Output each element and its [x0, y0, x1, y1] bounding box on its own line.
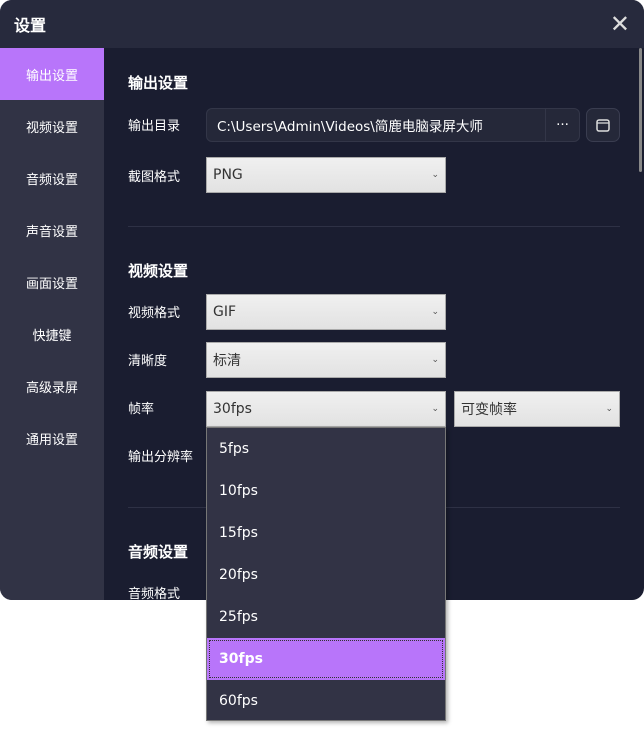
fps-dropdown-list: 5fps 10fps 15fps 20fps 25fps 30fps 60fps — [206, 427, 446, 721]
scrollbar[interactable] — [639, 48, 642, 172]
sidebar-item-hotkeys[interactable]: 快捷键 — [0, 308, 104, 360]
resolution-label: 输出分辨率 — [128, 450, 194, 465]
sidebar-item-general[interactable]: 通用设置 — [0, 412, 104, 464]
chevron-down-icon: ⌄ — [605, 404, 613, 414]
video-format-value: GIF — [213, 304, 237, 320]
sidebar-item-output[interactable]: 输出设置 — [0, 48, 104, 100]
title-bar: 设置 ✕ — [0, 0, 644, 48]
fps-option[interactable]: 20fps — [207, 554, 445, 596]
fps-select[interactable]: 30fps ⌄ — [206, 391, 446, 427]
audio-heading: 音频设置 — [128, 543, 189, 561]
sidebar-item-audio[interactable]: 音频设置 — [0, 152, 104, 204]
output-dir-field[interactable]: C:\Users\Admin\Videos\简鹿电脑录屏大师 ··· — [206, 108, 580, 142]
fps-value: 30fps — [213, 401, 252, 417]
fps-option[interactable]: 5fps — [207, 428, 445, 470]
window-title: 设置 — [14, 16, 47, 35]
screenshot-format-label: 截图格式 — [128, 170, 181, 185]
quality-select[interactable]: 标清 ⌄ — [206, 342, 446, 378]
sidebar-item-advanced[interactable]: 高级录屏 — [0, 360, 104, 412]
fps-mode-value: 可变帧率 — [461, 402, 517, 418]
sidebar-item-display[interactable]: 画面设置 — [0, 256, 104, 308]
output-dir-value: C:\Users\Admin\Videos\简鹿电脑录屏大师 — [217, 119, 483, 135]
video-format-label: 视频格式 — [128, 306, 181, 321]
quality-value: 标清 — [213, 353, 241, 369]
sidebar-item-video[interactable]: 视频设置 — [0, 100, 104, 152]
output-dir-label: 输出目录 — [128, 119, 181, 134]
screenshot-format-select[interactable]: PNG ⌄ — [206, 157, 446, 193]
audio-format-label: 音频格式 — [128, 587, 181, 600]
divider — [128, 226, 620, 227]
close-icon[interactable]: ✕ — [610, 10, 630, 38]
screenshot-format-value: PNG — [213, 167, 243, 183]
fps-label: 帧率 — [128, 402, 155, 417]
open-folder-button[interactable] — [586, 108, 620, 142]
fps-option[interactable]: 15fps — [207, 512, 445, 554]
browse-button[interactable]: ··· — [545, 109, 579, 141]
quality-label: 清晰度 — [128, 354, 168, 369]
video-format-select[interactable]: GIF ⌄ — [206, 294, 446, 330]
fps-option[interactable]: 60fps — [207, 680, 445, 722]
video-heading: 视频设置 — [128, 262, 189, 280]
chevron-down-icon: ⌄ — [431, 355, 439, 365]
chevron-down-icon: ⌄ — [431, 307, 439, 317]
fps-option[interactable]: 25fps — [207, 596, 445, 638]
sidebar-item-sound[interactable]: 声音设置 — [0, 204, 104, 256]
folder-icon — [596, 119, 610, 132]
fps-mode-select[interactable]: 可变帧率 ⌄ — [454, 391, 620, 427]
sidebar: 输出设置 视频设置 音频设置 声音设置 画面设置 快捷键 高级录屏 通用设置 — [0, 48, 104, 600]
fps-option[interactable]: 10fps — [207, 470, 445, 512]
output-heading: 输出设置 — [128, 74, 189, 92]
fps-option-selected[interactable]: 30fps — [207, 638, 445, 680]
chevron-down-icon: ⌄ — [431, 404, 439, 414]
chevron-down-icon: ⌄ — [431, 170, 439, 180]
